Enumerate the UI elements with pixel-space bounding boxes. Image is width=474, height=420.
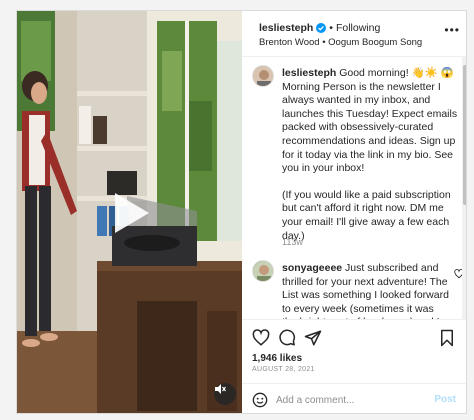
- commenter-username[interactable]: sonyageeee: [282, 262, 342, 274]
- add-comment-bar: Post: [242, 383, 466, 413]
- commenter-avatar[interactable]: [252, 260, 274, 282]
- post-comment-button[interactable]: Post: [434, 394, 456, 405]
- caption-username[interactable]: lesliesteph: [282, 67, 336, 79]
- caption-paragraph-1: lesliesteph Good morning! 👋☀️ 😱 Morning …: [282, 67, 458, 176]
- scrollbar-thumb[interactable]: [463, 65, 466, 205]
- separator-dot: •: [329, 22, 333, 34]
- action-bar: 1,946 likes AUGUST 28, 2021: [242, 319, 466, 383]
- play-button[interactable]: [111, 191, 151, 235]
- likes-count[interactable]: 1,946 likes: [252, 353, 302, 364]
- post-date: AUGUST 28, 2021: [252, 366, 315, 373]
- comments-list[interactable]: lesliesteph Good morning! 👋☀️ 😱 Morning …: [242, 57, 466, 319]
- caption-body: Good morning! 👋☀️ 😱 Morning Person is th…: [282, 67, 458, 175]
- post-header: lesliesteph • Following Brenton Wood • O…: [242, 11, 466, 57]
- caption-paragraph-2: (If you would like a paid subscription b…: [282, 188, 451, 242]
- mute-button[interactable]: [214, 383, 236, 405]
- audio-track-link[interactable]: Brenton Wood • Oogum Boogum Song: [259, 37, 422, 48]
- post-sidebar: lesliesteph • Following Brenton Wood • O…: [242, 11, 466, 413]
- share-icon[interactable]: [304, 329, 322, 347]
- play-icon: [115, 193, 149, 233]
- audio-muted-icon: [215, 384, 226, 394]
- comment-icon[interactable]: [278, 329, 296, 347]
- comments-scrollbar[interactable]: [462, 57, 466, 319]
- header-title-row: lesliesteph • Following: [259, 22, 380, 34]
- verified-badge-icon: [316, 23, 327, 33]
- author-avatar[interactable]: [252, 65, 274, 87]
- video-player[interactable]: [17, 11, 242, 413]
- comment-input[interactable]: [276, 391, 426, 409]
- more-options-icon[interactable]: •••: [444, 23, 460, 37]
- heart-icon[interactable]: [252, 329, 270, 347]
- emoji-icon[interactable]: [252, 392, 268, 408]
- following-button[interactable]: Following: [336, 22, 380, 34]
- author-username[interactable]: lesliesteph: [259, 22, 313, 34]
- caption: lesliesteph Good morning! 👋☀️ 😱 Morning …: [282, 67, 458, 256]
- post-modal: lesliesteph • Following Brenton Wood • O…: [16, 10, 467, 414]
- comment: sonyageeee Just subscribed and thrilled …: [282, 262, 450, 319]
- bookmark-icon[interactable]: [438, 329, 456, 347]
- caption-timestamp[interactable]: 113w: [282, 237, 303, 247]
